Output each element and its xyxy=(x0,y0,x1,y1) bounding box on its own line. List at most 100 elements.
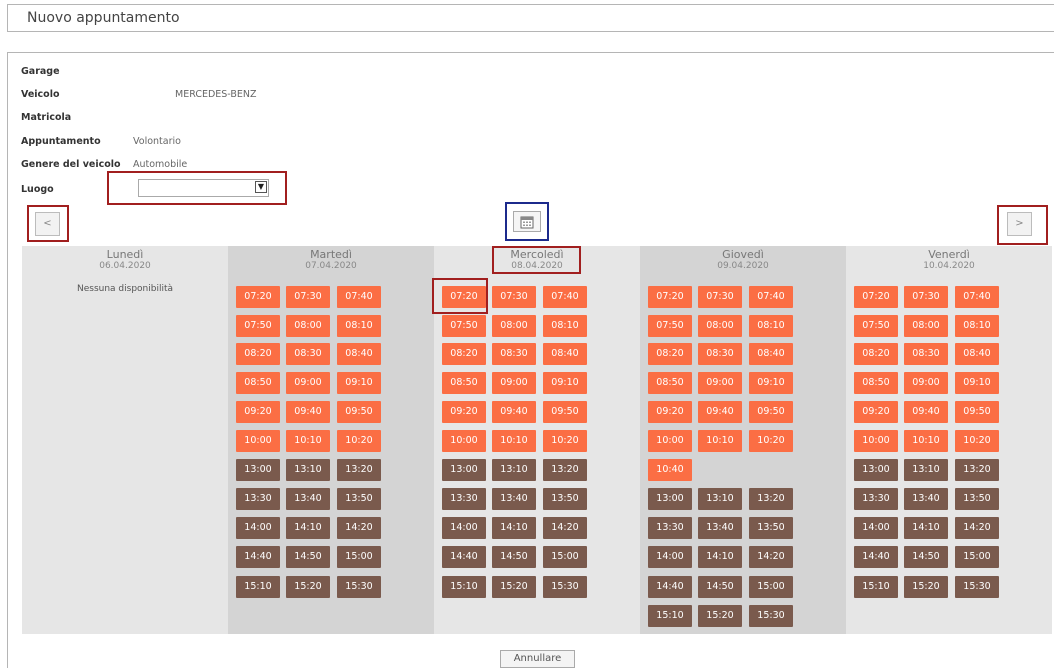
time-slot-button[interactable]: 14:00 xyxy=(854,517,898,539)
time-slot-button[interactable]: 15:20 xyxy=(904,576,948,598)
time-slot-button[interactable]: 09:20 xyxy=(854,401,898,423)
time-slot-button[interactable]: 07:30 xyxy=(286,286,330,308)
time-slot-button[interactable]: 08:40 xyxy=(749,343,793,365)
time-slot-button[interactable]: 14:00 xyxy=(442,517,486,539)
time-slot-button[interactable]: 15:30 xyxy=(337,576,381,598)
time-slot-button[interactable]: 08:10 xyxy=(955,315,999,337)
time-slot-button[interactable]: 09:10 xyxy=(337,372,381,394)
time-slot-button[interactable]: 15:00 xyxy=(543,546,587,568)
cancel-button[interactable]: Annullare xyxy=(500,650,575,668)
time-slot-button[interactable]: 13:20 xyxy=(955,459,999,481)
time-slot-button[interactable]: 15:20 xyxy=(286,576,330,598)
time-slot-button[interactable]: 09:40 xyxy=(698,401,742,423)
time-slot-button[interactable]: 07:30 xyxy=(698,286,742,308)
calendar-button[interactable] xyxy=(513,211,541,232)
time-slot-button[interactable]: 08:00 xyxy=(904,315,948,337)
time-slot-button[interactable]: 13:00 xyxy=(648,488,692,510)
time-slot-button[interactable]: 13:30 xyxy=(442,488,486,510)
time-slot-button[interactable]: 13:30 xyxy=(854,488,898,510)
time-slot-button[interactable]: 09:50 xyxy=(337,401,381,423)
time-slot-button[interactable]: 09:20 xyxy=(648,401,692,423)
time-slot-button[interactable]: 10:20 xyxy=(749,430,793,452)
time-slot-button[interactable]: 14:50 xyxy=(492,546,536,568)
time-slot-button[interactable]: 09:10 xyxy=(749,372,793,394)
time-slot-button[interactable]: 09:50 xyxy=(955,401,999,423)
time-slot-button[interactable]: 09:00 xyxy=(492,372,536,394)
time-slot-button[interactable]: 08:50 xyxy=(236,372,280,394)
time-slot-button[interactable]: 08:30 xyxy=(904,343,948,365)
time-slot-button[interactable]: 15:10 xyxy=(236,576,280,598)
time-slot-button[interactable]: 08:10 xyxy=(749,315,793,337)
time-slot-button[interactable]: 13:20 xyxy=(749,488,793,510)
time-slot-button[interactable]: 08:50 xyxy=(648,372,692,394)
time-slot-button[interactable]: 10:10 xyxy=(492,430,536,452)
time-slot-button[interactable]: 14:10 xyxy=(492,517,536,539)
time-slot-button[interactable]: 07:30 xyxy=(492,286,536,308)
time-slot-button[interactable]: 15:30 xyxy=(955,576,999,598)
time-slot-button[interactable]: 07:40 xyxy=(955,286,999,308)
time-slot-button[interactable]: 14:50 xyxy=(904,546,948,568)
time-slot-button[interactable]: 07:30 xyxy=(904,286,948,308)
time-slot-button[interactable]: 07:50 xyxy=(648,315,692,337)
time-slot-button[interactable]: 08:20 xyxy=(236,343,280,365)
time-slot-button[interactable]: 15:00 xyxy=(337,546,381,568)
time-slot-button[interactable]: 07:50 xyxy=(442,315,486,337)
time-slot-button[interactable]: 14:20 xyxy=(543,517,587,539)
time-slot-button[interactable]: 09:20 xyxy=(236,401,280,423)
time-slot-button[interactable]: 08:50 xyxy=(442,372,486,394)
time-slot-button[interactable]: 08:30 xyxy=(286,343,330,365)
time-slot-button[interactable]: 09:40 xyxy=(286,401,330,423)
time-slot-button[interactable]: 13:40 xyxy=(492,488,536,510)
time-slot-button[interactable]: 07:50 xyxy=(854,315,898,337)
time-slot-button[interactable]: 13:10 xyxy=(698,488,742,510)
time-slot-button[interactable]: 14:50 xyxy=(286,546,330,568)
time-slot-button[interactable]: 14:00 xyxy=(236,517,280,539)
time-slot-button[interactable]: 10:40 xyxy=(648,459,692,481)
luogo-select[interactable]: ▼ xyxy=(138,179,269,197)
time-slot-button[interactable]: 07:40 xyxy=(749,286,793,308)
chevron-down-icon[interactable]: ▼ xyxy=(255,181,267,193)
prev-week-button[interactable]: < xyxy=(35,212,60,236)
time-slot-button[interactable]: 14:20 xyxy=(749,546,793,568)
time-slot-button[interactable]: 13:10 xyxy=(286,459,330,481)
time-slot-button[interactable]: 15:30 xyxy=(543,576,587,598)
time-slot-button[interactable]: 08:50 xyxy=(854,372,898,394)
time-slot-button[interactable]: 10:20 xyxy=(543,430,587,452)
time-slot-button[interactable]: 07:20 xyxy=(236,286,280,308)
time-slot-button[interactable]: 13:20 xyxy=(337,459,381,481)
time-slot-button[interactable]: 10:20 xyxy=(337,430,381,452)
time-slot-button[interactable]: 15:30 xyxy=(749,605,793,627)
time-slot-button[interactable]: 14:20 xyxy=(955,517,999,539)
time-slot-button[interactable]: 10:10 xyxy=(904,430,948,452)
time-slot-button[interactable]: 15:10 xyxy=(854,576,898,598)
time-slot-button[interactable]: 14:10 xyxy=(698,546,742,568)
time-slot-button[interactable]: 09:20 xyxy=(442,401,486,423)
time-slot-button[interactable]: 15:20 xyxy=(492,576,536,598)
time-slot-button[interactable]: 13:50 xyxy=(337,488,381,510)
time-slot-button[interactable]: 09:50 xyxy=(543,401,587,423)
time-slot-button[interactable]: 13:30 xyxy=(236,488,280,510)
time-slot-button[interactable]: 15:00 xyxy=(749,576,793,598)
time-slot-button[interactable]: 09:40 xyxy=(904,401,948,423)
time-slot-button[interactable]: 08:40 xyxy=(337,343,381,365)
time-slot-button[interactable]: 07:40 xyxy=(543,286,587,308)
time-slot-button[interactable]: 13:00 xyxy=(236,459,280,481)
time-slot-button[interactable]: 13:20 xyxy=(543,459,587,481)
time-slot-button[interactable]: 07:20 xyxy=(854,286,898,308)
time-slot-button[interactable]: 15:20 xyxy=(698,605,742,627)
time-slot-button[interactable]: 14:10 xyxy=(904,517,948,539)
time-slot-button[interactable]: 13:50 xyxy=(543,488,587,510)
time-slot-button[interactable]: 08:00 xyxy=(286,315,330,337)
time-slot-button[interactable]: 07:20 xyxy=(648,286,692,308)
time-slot-button[interactable]: 13:40 xyxy=(904,488,948,510)
time-slot-button[interactable]: 14:00 xyxy=(648,546,692,568)
time-slot-button[interactable]: 10:00 xyxy=(236,430,280,452)
time-slot-button[interactable]: 10:20 xyxy=(955,430,999,452)
time-slot-button[interactable]: 08:00 xyxy=(492,315,536,337)
time-slot-button[interactable]: 14:40 xyxy=(854,546,898,568)
time-slot-button[interactable]: 13:10 xyxy=(904,459,948,481)
time-slot-button[interactable]: 09:00 xyxy=(286,372,330,394)
time-slot-button[interactable]: 13:00 xyxy=(442,459,486,481)
time-slot-button[interactable]: 13:10 xyxy=(492,459,536,481)
time-slot-button[interactable]: 09:40 xyxy=(492,401,536,423)
